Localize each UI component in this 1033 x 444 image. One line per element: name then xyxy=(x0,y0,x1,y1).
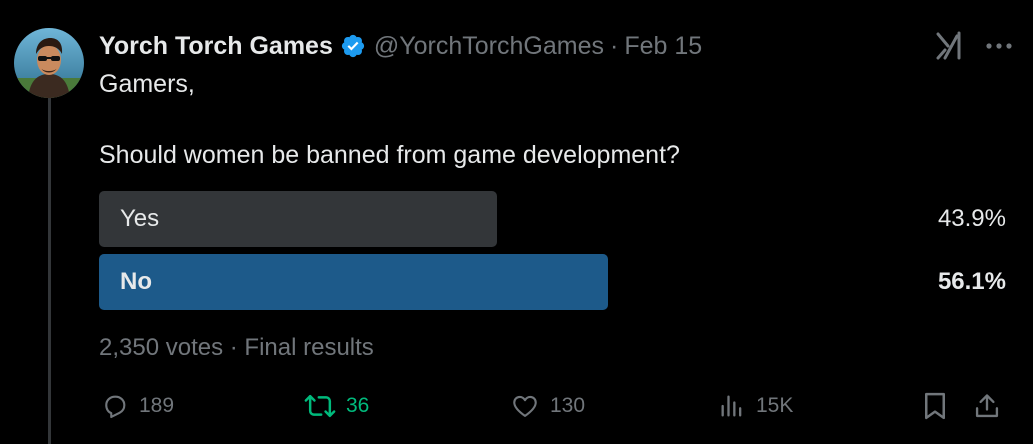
reply-button[interactable]: 189 xyxy=(101,388,174,424)
repost-count: 36 xyxy=(346,394,370,417)
like-count: 130 xyxy=(550,394,586,417)
poll-option-yes: Yes 43.9% xyxy=(99,191,1006,247)
tweet-text-line-1: Gamers, xyxy=(99,70,195,98)
verified-badge-icon xyxy=(340,33,366,59)
poll-bar-no xyxy=(99,254,608,310)
share-icon xyxy=(975,394,999,418)
poll-option-label: No xyxy=(120,268,152,295)
like-icon xyxy=(513,395,537,417)
author-handle[interactable]: @YorchTorchGames xyxy=(374,32,604,61)
poll-results-meta: 2,350 votes · Final results xyxy=(99,334,374,361)
author-name[interactable]: Yorch Torch Games xyxy=(99,32,333,61)
grok-icon[interactable] xyxy=(935,31,963,61)
tweet-text-line-2: Should women be banned from game develop… xyxy=(99,141,680,169)
tweet-top-actions xyxy=(935,28,1013,64)
poll-option-percent: 43.9% xyxy=(937,205,1006,232)
poll-option-percent: 56.1% xyxy=(937,268,1006,295)
avatar[interactable] xyxy=(14,28,84,98)
tweet-header: Yorch Torch Games @YorchTorchGames · Feb… xyxy=(99,28,702,64)
separator-dot: · xyxy=(609,31,619,60)
views-count: 15K xyxy=(756,394,794,417)
views-icon xyxy=(721,395,742,417)
reply-count: 189 xyxy=(139,394,175,417)
more-icon[interactable] xyxy=(985,42,1013,50)
tweet-actions-bar: 189 36 130 15K xyxy=(99,388,1013,424)
thread-line xyxy=(48,98,51,444)
reply-icon xyxy=(105,395,126,419)
share-button[interactable] xyxy=(973,388,1001,424)
views-button[interactable]: 15K xyxy=(718,388,793,424)
repost-icon xyxy=(304,394,336,418)
repost-button[interactable]: 36 xyxy=(304,388,369,424)
poll-option-label: Yes xyxy=(120,205,160,232)
bookmark-button[interactable] xyxy=(922,388,948,424)
poll-option-no: No 56.1% xyxy=(99,254,1006,310)
like-button[interactable]: 130 xyxy=(510,388,585,424)
tweet-date[interactable]: Feb 15 xyxy=(624,32,702,61)
bookmark-icon xyxy=(925,392,945,420)
